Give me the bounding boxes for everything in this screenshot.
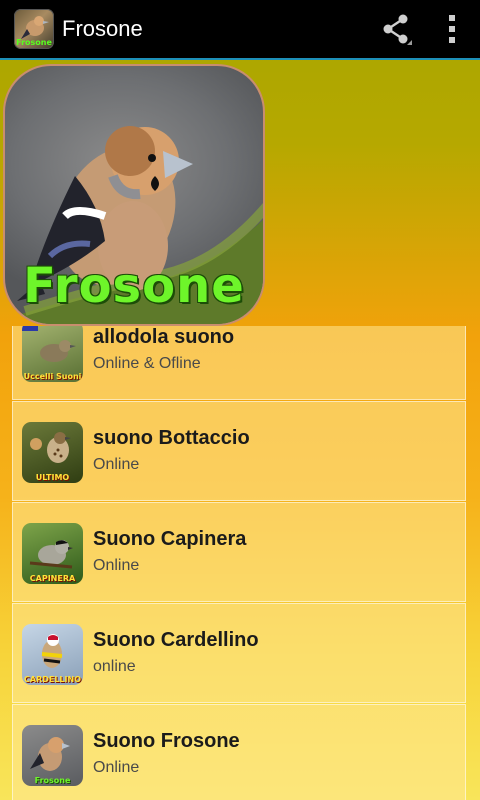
hero-label: Frosone — [23, 258, 245, 314]
overflow-menu-icon — [449, 15, 455, 43]
sounds-list: Uccelli Suoni allodola suono Online & Of… — [12, 326, 468, 800]
app-icon-label: Frosone — [16, 38, 52, 47]
list-item-thumbnail: CAPINERA — [22, 523, 83, 584]
list-item[interactable]: CARDELLINO Suono Cardellino online — [12, 603, 466, 703]
list-item-subtitle: online — [93, 658, 136, 675]
app-icon[interactable]: Frosone — [14, 9, 54, 49]
list-item-title: Suono Cardellino — [93, 629, 259, 651]
list-item-thumb-label: ULTIMO — [35, 473, 70, 482]
list-item-thumbnail: Frosone — [22, 725, 83, 786]
list-item-title: allodola suono — [93, 326, 235, 348]
list-item-subtitle: Online — [93, 456, 140, 473]
share-icon — [383, 14, 412, 45]
list-item-thumb-label: CAPINERA — [29, 574, 76, 583]
list-item[interactable]: Uccelli Suoni allodola suono Online & Of… — [12, 326, 466, 400]
list-item-subtitle: Online & Ofline — [93, 355, 201, 372]
list-item-title: Suono Capinera — [93, 528, 247, 550]
list-item[interactable]: Frosone Suono Frosone Online — [12, 704, 466, 800]
list-item-thumb-label: CARDELLINO — [24, 675, 81, 684]
list-item-thumbnail: CARDELLINO — [22, 624, 83, 685]
list-item-subtitle: Online — [93, 759, 140, 776]
list-item-thumbnail: ULTIMO — [22, 422, 83, 483]
hero-image: Frosone — [3, 64, 265, 326]
list-item-thumbnail: Uccelli Suoni — [22, 326, 83, 382]
action-bar: Frosone Frosone — [0, 0, 480, 60]
list-item-title: Suono Frosone — [93, 730, 240, 752]
app-title: Frosone — [62, 16, 143, 41]
list-item-thumb-label: Frosone — [34, 776, 71, 785]
list-item-title: suono Bottaccio — [93, 427, 250, 449]
list-item[interactable]: CAPINERA Suono Capinera Online — [12, 502, 466, 602]
overflow-menu-button[interactable] — [424, 0, 480, 58]
share-button[interactable] — [368, 0, 424, 58]
list-item[interactable]: ULTIMO suono Bottaccio Online — [12, 401, 466, 501]
list-item-thumb-label: Uccelli Suoni — [23, 372, 82, 381]
list-item-subtitle: Online — [93, 557, 140, 574]
